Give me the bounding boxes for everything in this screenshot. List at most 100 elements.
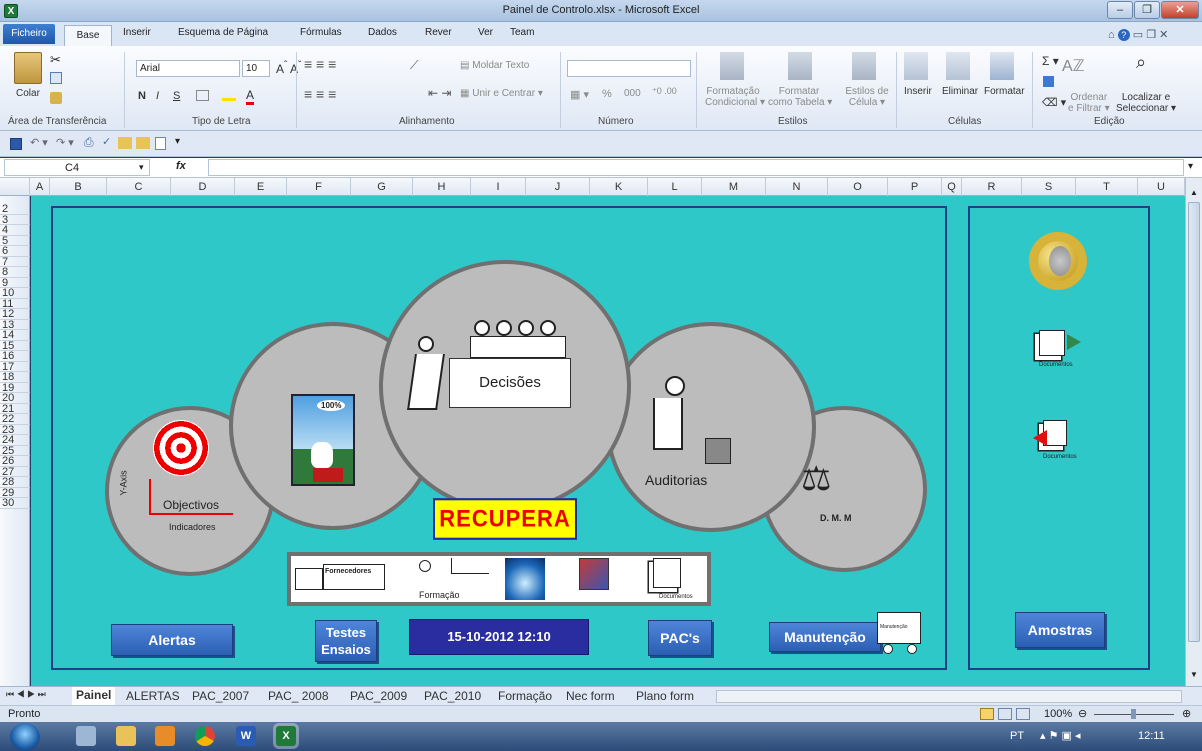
cell-styles-button[interactable]: Estilos de Célula ▾ [840,86,894,108]
open-folder-icon[interactable] [118,137,132,149]
zoom-out-icon[interactable]: ⊖ [1078,707,1087,720]
pacs-button[interactable]: PAC's [648,620,712,656]
autosum-icon[interactable]: Σ ▾ [1042,54,1059,68]
percent-button[interactable]: % [602,88,612,100]
clear-icon[interactable]: ⌫ ▾ [1042,96,1066,109]
column-header[interactable]: D [171,178,235,196]
print-preview-icon[interactable]: ⎙ [84,135,94,150]
column-header[interactable]: L [648,178,702,196]
sheet-tab-pac-2007[interactable]: PAC_2007 [192,689,249,703]
sort-filter-icon[interactable]: Aℤ [1062,56,1085,76]
sheet-tab-nec-form[interactable]: Nec form [566,689,615,703]
column-header[interactable]: T [1076,178,1138,196]
copy-icon[interactable] [50,72,62,84]
row-header[interactable]: 10 [0,288,30,299]
customize-qat-icon[interactable]: ▾ [175,136,180,147]
row-header[interactable]: 2 [0,204,30,215]
taskbar-desktop-icon[interactable] [76,726,96,746]
horizontal-scrollbar[interactable] [716,690,1182,703]
tab-file[interactable]: Ficheiro [3,24,55,44]
column-header[interactable]: I [471,178,526,196]
bold-button[interactable]: N [138,90,146,102]
zoom-in-icon[interactable]: ⊕ [1182,707,1191,720]
column-header[interactable]: M [702,178,766,196]
tab-view[interactable]: Ver [478,27,493,38]
taskbar-word-icon[interactable]: W [236,726,256,746]
column-header[interactable]: C [107,178,171,196]
row-header[interactable]: 16 [0,351,30,362]
grow-font-icon[interactable]: Aˆ Aˇ [276,60,301,76]
tab-insert[interactable]: Inserir [123,27,151,38]
column-header[interactable]: H [413,178,471,196]
wrap-text-button[interactable]: ▤ Moldar Texto [460,60,529,71]
borders-icon[interactable] [196,90,209,101]
insert-function-button[interactable]: fx [176,160,186,172]
taskbar-chrome-icon[interactable] [195,726,215,746]
zoom-level[interactable]: 100% [1044,708,1072,720]
fill-color-icon[interactable] [222,90,236,101]
cell-styles-icon[interactable] [852,52,876,80]
tab-page-layout[interactable]: Esquema de Página [178,27,268,38]
insert-cells-icon[interactable] [904,52,928,80]
cut-icon[interactable]: ✂ [50,52,61,68]
save-icon[interactable] [10,138,22,150]
delete-cells-icon[interactable] [946,52,970,80]
column-header[interactable]: G [351,178,413,196]
language-indicator[interactable]: PT [1010,730,1024,742]
maximize-button[interactable]: ❐ [1134,1,1160,19]
world-map-icon[interactable] [579,558,609,590]
thousands-button[interactable]: 000 [624,88,641,99]
paste-icon[interactable] [14,52,42,84]
normal-view-icon[interactable] [980,708,994,720]
decimal-icons[interactable]: ⁺0 .00 [652,86,677,97]
taskbar-excel-icon[interactable]: X [276,726,296,746]
ribbon-window-controls[interactable]: ⌂ ? ▭ ❐ ✕ [1108,28,1168,41]
column-header[interactable]: N [766,178,828,196]
sheet-tab-pac-2009[interactable]: PAC_2009 [350,689,407,703]
font-color-icon[interactable]: A [246,88,255,105]
row-header[interactable]: 28 [0,477,30,488]
font-name-select[interactable]: Arial [136,60,240,77]
sheet-tab-painel[interactable]: Painel [72,687,116,705]
row-header[interactable]: 22 [0,414,30,425]
orientation-icon[interactable]: ⟋ [410,58,418,73]
row-header[interactable]: 12 [0,309,30,320]
taskbar-explorer-icon[interactable] [116,726,136,746]
sheet-tab-formacao[interactable]: Formação [498,689,552,703]
formula-input[interactable] [208,159,1184,176]
expand-formula-bar-icon[interactable]: ▾ [1188,161,1193,172]
tab-review[interactable]: Rever [425,27,452,38]
zoom-slider-thumb[interactable] [1131,709,1136,719]
page-layout-view-icon[interactable] [998,708,1012,720]
name-box-dropdown-icon[interactable]: ▾ [139,162,144,173]
column-header[interactable]: J [526,178,590,196]
fill-icon[interactable] [1043,76,1054,87]
format-table-icon[interactable] [788,52,812,80]
paste-button[interactable]: Colar [16,88,40,99]
row-header[interactable]: 24 [0,435,30,446]
iceberg-icon[interactable] [505,558,545,600]
column-header[interactable]: F [287,178,351,196]
scroll-thumb[interactable] [1188,202,1200,642]
format-cells-icon[interactable] [990,52,1014,80]
sheet-tab-pac-2010[interactable]: PAC_2010 [424,689,481,703]
number-format-select[interactable] [567,60,691,77]
column-header[interactable]: U [1138,178,1185,196]
select-all-button[interactable] [0,178,30,196]
name-box[interactable]: C4 ▾ [4,159,150,176]
find-icon[interactable]: ⌕ [1136,52,1146,73]
tab-formulas[interactable]: Fórmulas [300,27,342,38]
vertical-scrollbar[interactable]: ▲ ▼ [1185,178,1202,686]
undo-icon[interactable]: ↶ ▾ [30,136,48,149]
tray-icons[interactable]: ▴ ⚑ ▣ ◂ [1040,729,1080,742]
left-align-icons[interactable]: ≡ ≡ ≡ [304,86,336,102]
sheet-nav-icons[interactable]: ⏮ ◀ ▶ ⏭ [6,689,46,700]
training-chart-icon[interactable] [451,558,489,574]
tests-button[interactable]: Testes Ensaios [315,620,377,662]
scroll-up-icon[interactable]: ▲ [1188,188,1200,198]
indent-icons[interactable]: ⇤ ⇥ [428,86,451,100]
row-header[interactable]: 26 [0,456,30,467]
sheet-tab-alertas[interactable]: ALERTAS [126,689,180,703]
merge-center-button[interactable]: ▦ Unir e Centrar ▾ [460,88,543,99]
recupera-logo[interactable]: RECUPERA [433,498,577,540]
